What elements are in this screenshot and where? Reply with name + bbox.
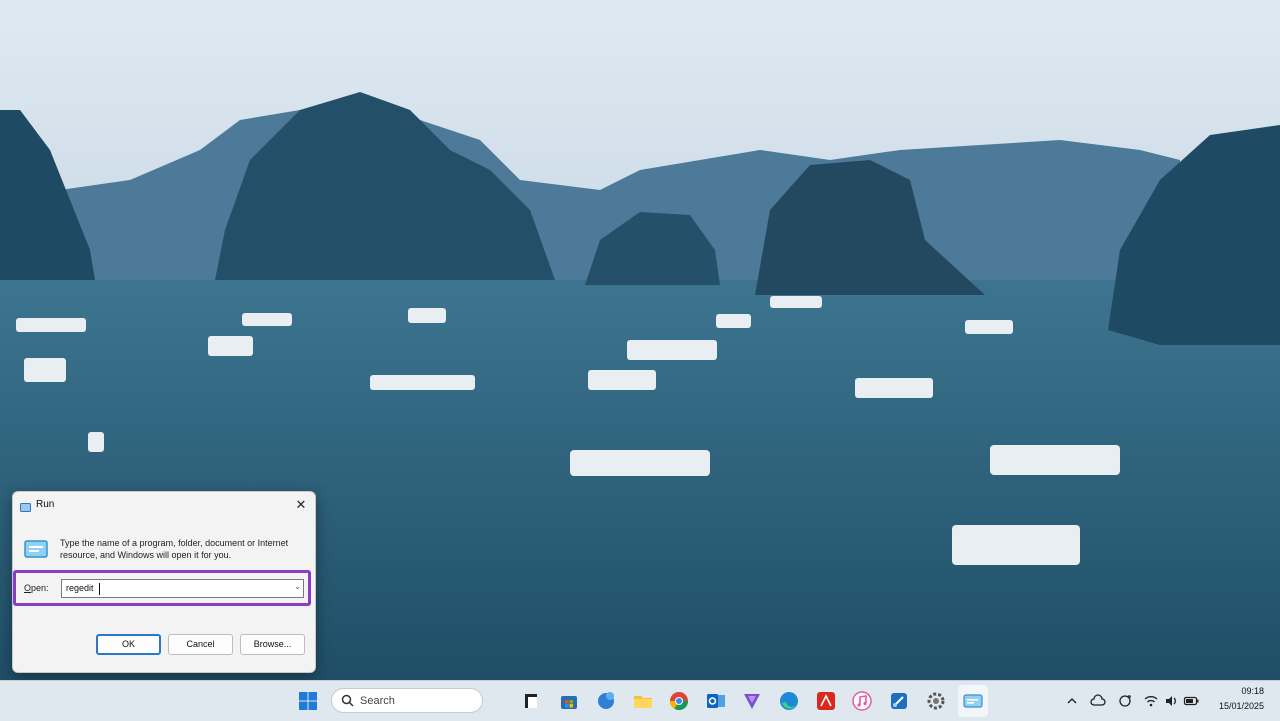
run-dialog: Run ✕ Type the name of a program, folder… <box>12 491 316 673</box>
file-explorer-icon[interactable] <box>632 690 654 712</box>
search-icon <box>341 694 354 707</box>
feedback-icon[interactable] <box>741 690 763 712</box>
store-icon[interactable] <box>558 690 580 712</box>
sync-icon[interactable] <box>1117 693 1133 709</box>
chevron-up-icon[interactable] <box>1064 693 1080 709</box>
run-app-icon[interactable] <box>962 690 984 712</box>
chevron-down-icon[interactable]: ⌄ <box>294 582 301 591</box>
run-description: Type the name of a program, folder, docu… <box>60 538 289 560</box>
run-title: Run <box>36 499 55 510</box>
close-icon[interactable]: ✕ <box>293 497 309 513</box>
ok-button[interactable]: OK <box>96 634 161 655</box>
open-combobox[interactable]: regedit ⌄ <box>61 579 304 598</box>
open-label: Open: <box>24 583 49 593</box>
volume-icon[interactable] <box>1163 693 1179 709</box>
search-placeholder: Search <box>360 695 395 707</box>
text-caret <box>99 583 100 595</box>
copilot-icon[interactable] <box>595 690 617 712</box>
cloud-icon[interactable] <box>1090 693 1106 709</box>
cancel-button[interactable]: Cancel <box>168 634 233 655</box>
clock-date[interactable]: 15/01/2025 <box>1219 701 1264 711</box>
run-titlebar[interactable]: Run ✕ <box>13 492 315 518</box>
task-view-icon[interactable] <box>520 690 542 712</box>
acrobat-icon[interactable] <box>815 690 837 712</box>
outlook-icon[interactable] <box>705 690 727 712</box>
edge-icon[interactable] <box>778 690 800 712</box>
open-input[interactable]: regedit <box>66 583 94 593</box>
browse-button[interactable]: Browse... <box>240 634 305 655</box>
start-icon[interactable] <box>297 690 319 712</box>
taskbar-search[interactable]: Search <box>331 688 483 713</box>
battery-icon[interactable] <box>1183 693 1199 709</box>
taskbar: Search 09:18 15/01/2025 <box>0 680 1280 721</box>
chrome-icon[interactable] <box>668 690 690 712</box>
open-field-highlight: Open: regedit ⌄ <box>13 570 311 606</box>
wifi-icon[interactable] <box>1143 693 1159 709</box>
clock-time[interactable]: 09:18 <box>1241 686 1264 696</box>
itunes-icon[interactable] <box>851 690 873 712</box>
snipping-tool-icon[interactable] <box>888 690 910 712</box>
run-window-icon <box>20 499 31 512</box>
settings-icon[interactable] <box>925 690 947 712</box>
run-app-icon <box>23 538 49 560</box>
